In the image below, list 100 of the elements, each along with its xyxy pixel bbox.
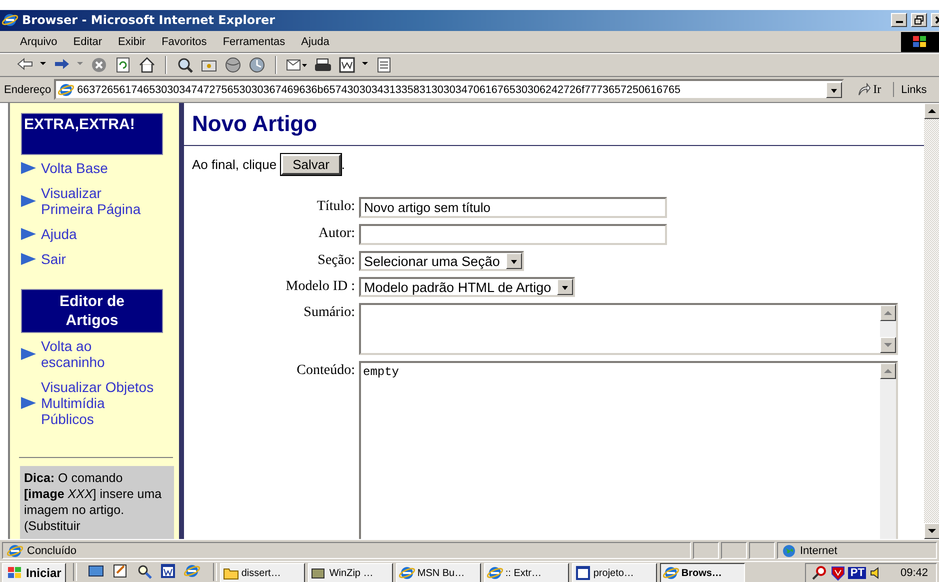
address-field[interactable]: 6637265617465303034747275653030367469636b6574303034313358313030347061676530306242726f7773657250616765: [54, 79, 844, 100]
desktop-icon[interactable]: [88, 563, 104, 580]
window-icon: [487, 565, 504, 582]
sidebar-link[interactable]: Visualizar Primeira Página: [41, 185, 156, 218]
language-indicator[interactable]: PT: [848, 567, 866, 580]
sidebar-link[interactable]: Ajuda: [41, 226, 77, 242]
up-arrow-icon: [928, 108, 936, 114]
save-button[interactable]: Salvar: [280, 154, 342, 176]
refresh-icon[interactable]: [114, 56, 132, 74]
field-label: Modelo ID :: [284, 278, 355, 296]
menu-item[interactable]: Favoritos: [154, 36, 215, 48]
taskbar-button[interactable]: Brows…: [660, 563, 746, 582]
taskbar-button[interactable]: WinZip …: [308, 563, 394, 582]
sidebar-header: EXTRA,EXTRA!: [21, 113, 163, 156]
start-button[interactable]: Iniciar: [2, 563, 66, 582]
text-area-content: empty: [363, 365, 400, 380]
windows-flag-icon: [7, 566, 23, 580]
page-title: Novo Artigo: [192, 110, 318, 138]
minimize-icon: [896, 21, 902, 24]
text-area[interactable]: [359, 303, 898, 356]
sidebar-link[interactable]: Volta ao escaninho: [41, 338, 156, 370]
minimize-button[interactable]: [891, 13, 907, 28]
word-icon[interactable]: [160, 563, 176, 580]
status-pane: [749, 542, 775, 560]
sidebar-link[interactable]: Sair: [41, 251, 66, 268]
menu-item[interactable]: Editar: [65, 36, 110, 48]
go-button[interactable]: Ir: [847, 82, 894, 98]
taskbar-button[interactable]: projeto…: [572, 563, 658, 582]
window-title: Browser - Microsoft Internet Explorer: [22, 13, 276, 28]
zone-text: Internet: [800, 544, 838, 557]
field-label: Autor:: [317, 225, 355, 244]
taskbar-button[interactable]: MSN Bu…: [396, 563, 482, 582]
globe-icon: [782, 544, 796, 558]
up-arrow-icon: [884, 368, 892, 374]
clock-text: 09:42: [900, 567, 928, 580]
text-field[interactable]: [359, 224, 667, 246]
stop-icon[interactable]: [90, 56, 108, 74]
dropdown-button[interactable]: [506, 253, 522, 270]
notes-icon[interactable]: [375, 56, 393, 74]
triangle-icon: [21, 253, 36, 266]
text-field[interactable]: Novo artigo sem título: [359, 197, 667, 218]
scroll-down-button[interactable]: [880, 337, 896, 354]
field-label: Sumário:: [302, 304, 355, 322]
menu-item[interactable]: Ferramentas: [214, 36, 294, 48]
search-icon[interactable]: [136, 563, 152, 580]
down-arrow-icon: [928, 528, 936, 534]
status-pane: [693, 542, 719, 560]
search-icon[interactable]: [176, 56, 194, 74]
scroll-up-button[interactable]: [924, 103, 939, 120]
taskbar-button[interactable]: :: Extr…: [484, 563, 570, 582]
field-label: Conteúdo:: [296, 362, 355, 380]
field-label: Seção:: [316, 252, 355, 270]
sidebar-link[interactable]: Visualizar Objetos Multimídia Públicos: [41, 379, 156, 428]
scroll-up-button[interactable]: [880, 363, 896, 380]
field-label: Título:: [316, 198, 355, 216]
page-scrollbar[interactable]: [924, 103, 939, 540]
maximize-icon: [914, 15, 924, 26]
status-pane: [721, 542, 747, 560]
scroll-down-button[interactable]: [924, 523, 939, 540]
scroll-up-button[interactable]: [880, 305, 896, 322]
dropdown-button[interactable]: [826, 82, 842, 98]
triangle-icon: [21, 348, 36, 360]
menu-item[interactable]: Exibir: [110, 36, 154, 48]
taskbar-button[interactable]: dissert…: [220, 563, 306, 582]
scrollbar[interactable]: [880, 305, 896, 354]
scrollbar[interactable]: [880, 363, 896, 540]
triangle-icon: [21, 162, 36, 174]
down-arrow-icon: [884, 342, 892, 348]
period-text: .: [341, 157, 346, 172]
go-arrow-icon: [857, 82, 872, 97]
triangle-icon: [21, 228, 36, 240]
status-text: Concluído: [27, 544, 77, 557]
sidebar-link[interactable]: Volta Base: [41, 160, 108, 176]
section-header: Editor de Artigos: [21, 289, 163, 334]
select-field[interactable]: Modelo padrão HTML de Artigo: [359, 277, 576, 298]
links-button[interactable]: Links: [897, 84, 927, 96]
history-icon[interactable]: [248, 56, 266, 74]
browser-icon: [2, 12, 18, 28]
printer-icon[interactable]: [314, 56, 332, 74]
document-edit-icon[interactable]: [338, 56, 356, 74]
triangle-icon: [21, 397, 36, 410]
maximize-button[interactable]: [911, 13, 927, 28]
page-icon: [58, 82, 74, 98]
up-arrow-icon: [884, 310, 892, 316]
globe-icon[interactable]: [224, 56, 242, 74]
tip-text: Dica: O comando [image XXX] insere uma imagem no artigo. (Substituir: [20, 466, 174, 540]
select-field[interactable]: Selecionar uma Seção: [359, 251, 524, 272]
triangle-icon: [21, 195, 36, 208]
address-label: Endereço: [4, 84, 52, 96]
browser-icon[interactable]: [184, 563, 200, 580]
flag-icon: [913, 36, 927, 48]
dropdown-button[interactable]: [557, 279, 574, 296]
instruction-text: Ao final, clique: [192, 157, 277, 172]
home-icon[interactable]: [138, 56, 156, 74]
window-icon: [663, 565, 680, 582]
page-icon: [7, 542, 23, 559]
window-icon: [575, 565, 592, 582]
menu-item[interactable]: Ajuda: [293, 36, 338, 48]
menu-item[interactable]: Arquivo: [12, 36, 66, 48]
notepad-icon[interactable]: [112, 563, 128, 580]
